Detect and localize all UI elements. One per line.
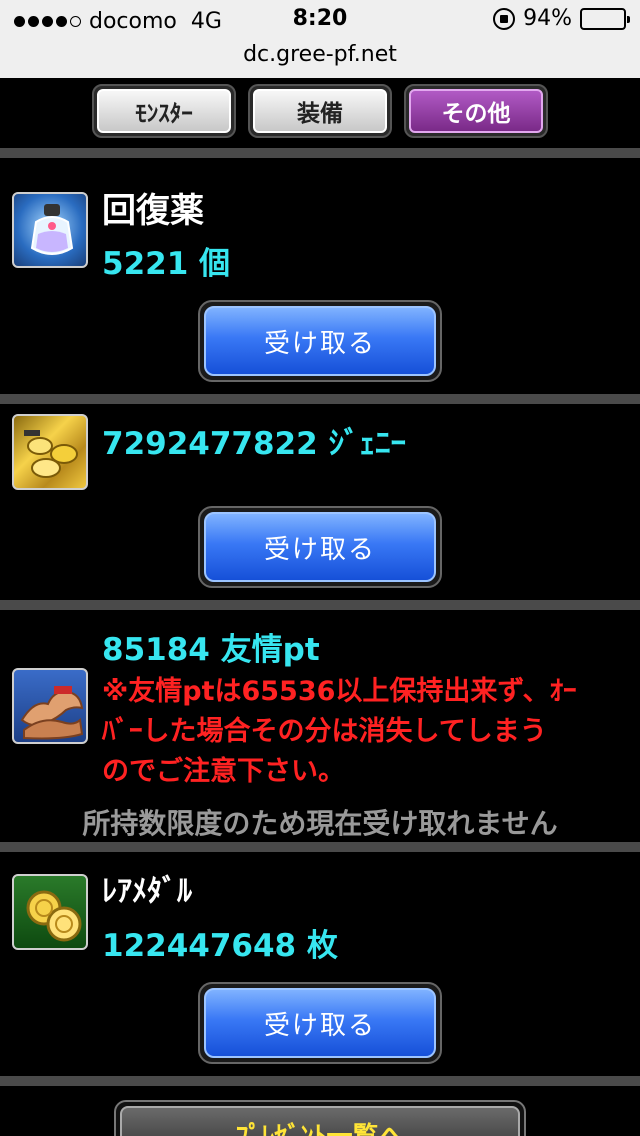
item-name: ﾚｱﾒﾀﾞﾙ <box>102 874 192 909</box>
limit-message: 所持数限度のため現在受け取れません <box>82 807 558 840</box>
battery-percent: 94% <box>523 6 572 31</box>
url-bar[interactable]: dc.gree-pf.net <box>0 40 640 78</box>
warning-line: のでご注意下さい。 <box>102 756 345 787</box>
divider <box>0 600 640 610</box>
rare-medal-icon <box>12 874 88 950</box>
tab-equipment[interactable]: 装備 <box>248 84 392 138</box>
tab-monster[interactable]: ﾓﾝｽﾀｰ <box>92 84 236 138</box>
divider <box>0 394 640 404</box>
item-count: 5221 個 <box>102 246 231 282</box>
warning-line: ﾊﾞｰした場合その分は消失してしまう <box>102 716 547 747</box>
gold-pile-icon <box>12 414 88 490</box>
status-bar: docomo 4G 8:20 94% <box>0 0 640 40</box>
receive-button-label: 受け取る <box>204 306 436 376</box>
potion-icon <box>12 192 88 268</box>
item-count: 85184 友情pt <box>102 632 320 668</box>
divider <box>0 1076 640 1086</box>
warning-line: ※友情ptは65536以上保持出来ず、ｵｰ <box>102 676 577 707</box>
friendship-arm-icon <box>12 668 88 744</box>
present-list-button-label: ﾌﾟﾚｾﾞﾝﾄ一覧へ <box>120 1106 520 1136</box>
divider <box>0 842 640 852</box>
tab-equipment-label: 装備 <box>253 89 387 133</box>
item-count: 7292477822 ｼﾞｪﾆｰ <box>102 426 406 462</box>
receive-button[interactable]: 受け取る <box>198 506 442 588</box>
tab-other[interactable]: その他 <box>404 84 548 138</box>
item-name: 回復薬 <box>102 191 204 231</box>
battery-icon <box>580 7 630 30</box>
divider <box>0 148 640 158</box>
receive-button-label: 受け取る <box>204 988 436 1058</box>
present-list-button[interactable]: ﾌﾟﾚｾﾞﾝﾄ一覧へ <box>114 1100 526 1136</box>
tab-monster-label: ﾓﾝｽﾀｰ <box>97 89 231 133</box>
category-tabs: ﾓﾝｽﾀｰ 装備 その他 <box>0 82 640 142</box>
status-right: 94% <box>493 6 630 31</box>
receive-button[interactable]: 受け取る <box>198 982 442 1064</box>
tab-other-label: その他 <box>409 89 543 133</box>
item-count: 122447648 枚 <box>102 928 338 964</box>
warning-text: ※友情ptは65536以上保持出来ず、ｵｰ ﾊﾞｰした場合その分は消失してしまう… <box>102 672 632 792</box>
receive-button[interactable]: 受け取る <box>198 300 442 382</box>
receive-button-label: 受け取る <box>204 512 436 582</box>
rotation-lock-icon <box>493 7 516 30</box>
